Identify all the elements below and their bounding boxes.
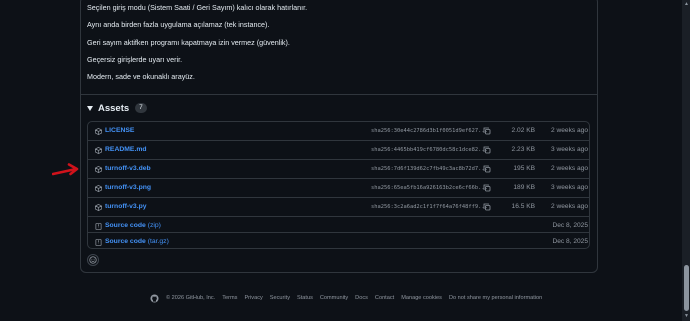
assets-count-badge: 7: [135, 103, 147, 113]
asset-size: 2.02 KB: [511, 127, 535, 134]
asset-link[interactable]: LICENSE: [105, 127, 134, 134]
package-icon: [95, 128, 102, 135]
copy-icon[interactable]: [483, 203, 491, 211]
assets-list: LICENSE sha256:30e44c2786d3b1f0051d9ef62…: [87, 121, 590, 249]
footer-link-manage-cookies[interactable]: Manage cookies: [401, 295, 442, 301]
note-line: Geri sayım aktifken programı kapatmaya i…: [87, 38, 290, 47]
asset-link[interactable]: README.md: [105, 146, 147, 153]
source-row: Source code (tar.gz) Dec 8, 2025: [88, 232, 589, 248]
note-line: Geçersiz girişlerde uyarı verir.: [87, 55, 183, 64]
asset-row: LICENSE sha256:30e44c2786d3b1f0051d9ef62…: [88, 122, 589, 141]
asset-row: README.md sha256:4465bb419cf6780dc58c1dc…: [88, 140, 589, 159]
asset-size: 16.5 KB: [511, 203, 535, 210]
add-reaction-button[interactable]: [87, 254, 99, 266]
asset-row: turnoff-v3.py sha256:3c2a6ad2c1f1f7f64a7…: [88, 197, 589, 216]
section-divider: [80, 94, 598, 95]
asset-row: turnoff-v3.deb sha256:7d6f139d62c7fb49c3…: [88, 159, 589, 178]
footer-link-privacy[interactable]: Privacy: [244, 295, 262, 301]
asset-date: Dec 8, 2025: [552, 222, 588, 229]
smiley-icon: [89, 256, 97, 264]
asset-date: 3 weeks ago: [550, 146, 588, 153]
footer-link-community[interactable]: Community: [320, 295, 348, 301]
caret-down-icon: [87, 105, 93, 111]
package-icon: [95, 147, 102, 154]
footer-link-do-not-share[interactable]: Do not share my personal information: [449, 295, 542, 301]
copy-icon[interactable]: [483, 165, 491, 173]
scroll-down-icon[interactable]: ▼: [684, 313, 689, 319]
source-label: Source code: [105, 238, 146, 245]
site-footer: © 2026 GitHub, Inc. Terms Privacy Securi…: [150, 293, 542, 303]
asset-date: Dec 8, 2025: [552, 238, 588, 245]
source-ext: (zip): [147, 222, 161, 229]
asset-link[interactable]: turnoff-v3.py: [105, 203, 147, 210]
asset-sha: sha256:65ea5fb16a926163b2ce6cf66b...: [371, 185, 488, 191]
package-icon: [95, 185, 102, 192]
asset-row: turnoff-v3.png sha256:65ea5fb16a926163b2…: [88, 178, 589, 197]
scroll-up-icon[interactable]: ▲: [684, 1, 689, 7]
zip-file-icon: [95, 239, 102, 246]
note-line: Modern, sade ve okunaklı arayüz.: [87, 72, 195, 81]
asset-sha: sha256:7d6f139d62c7fb49c3ac8b72d7...: [371, 166, 488, 172]
release-page: Seçilen giriş modu (Sistem Saati / Geri …: [0, 0, 690, 321]
asset-sha: sha256:3c2a6ad2c1f1f7f64a76f48ff9...: [371, 204, 488, 210]
footer-link-terms[interactable]: Terms: [222, 295, 237, 301]
asset-link[interactable]: turnoff-v3.png: [105, 184, 151, 191]
vertical-scrollbar[interactable]: ▲ ▼: [682, 0, 690, 321]
asset-date: 3 weeks ago: [550, 184, 588, 191]
annotation-arrow-icon: [52, 163, 79, 176]
copy-icon[interactable]: [483, 127, 491, 135]
footer-link-docs[interactable]: Docs: [355, 295, 368, 301]
source-code-tar-link[interactable]: Source code (tar.gz): [105, 238, 169, 245]
footer-link-status[interactable]: Status: [297, 295, 313, 301]
package-icon: [95, 204, 102, 211]
footer-link-security[interactable]: Security: [270, 295, 290, 301]
assets-toggle[interactable]: Assets 7: [87, 100, 147, 116]
asset-link[interactable]: turnoff-v3.deb: [105, 165, 151, 172]
scrollbar-thumb[interactable]: [684, 265, 689, 311]
note-line: Aynı anda birden fazla uygulama açılamaz…: [87, 20, 270, 29]
asset-date: 2 weeks ago: [550, 203, 588, 210]
asset-size: 195 KB: [513, 165, 535, 172]
asset-date: 2 weeks ago: [550, 127, 588, 134]
asset-sha: sha256:30e44c2786d3b1f0051d9ef627...: [371, 128, 488, 134]
source-ext: (tar.gz): [147, 238, 169, 245]
assets-title: Assets: [98, 102, 130, 114]
source-label: Source code: [105, 222, 146, 229]
asset-size: 2.23 KB: [511, 146, 535, 153]
asset-size: 189 KB: [513, 184, 535, 191]
asset-date: 2 weeks ago: [550, 165, 588, 172]
source-code-zip-link[interactable]: Source code (zip): [105, 222, 161, 229]
note-line: Seçilen giriş modu (Sistem Saati / Geri …: [87, 3, 308, 12]
footer-link-contact[interactable]: Contact: [375, 295, 394, 301]
zip-file-icon: [95, 223, 102, 230]
package-icon: [95, 166, 102, 173]
copy-icon[interactable]: [483, 184, 491, 192]
copyright-text: © 2026 GitHub, Inc.: [166, 295, 216, 301]
asset-sha: sha256:4465bb419cf6780dc58c1dce82...: [371, 147, 488, 153]
copy-icon[interactable]: [483, 146, 491, 154]
github-logo-icon[interactable]: [150, 293, 159, 303]
